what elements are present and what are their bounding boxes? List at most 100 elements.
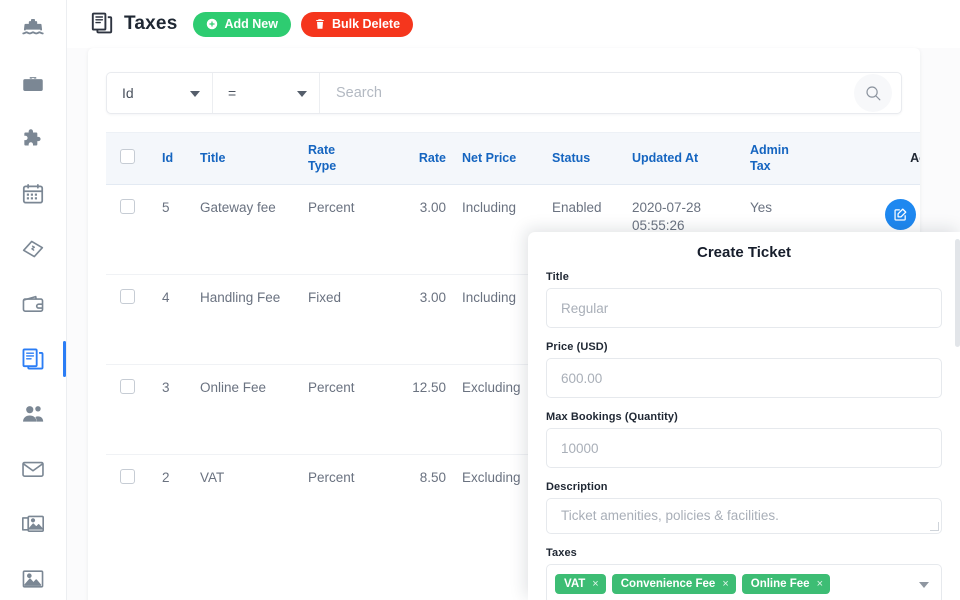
sidebar-item-ship[interactable]: [0, 0, 66, 56]
col-header-updated-at[interactable]: Updated At: [628, 131, 746, 186]
chevron-down-icon: [297, 91, 307, 97]
description-textarea[interactable]: Ticket amenities, policies & facilities.: [546, 498, 942, 534]
search-field-value: Id: [122, 85, 134, 101]
modal-scrollbar-thumb[interactable]: [955, 239, 960, 347]
trash-icon: [314, 18, 326, 30]
chevron-down-icon[interactable]: [919, 582, 929, 588]
col-header-admin-tax[interactable]: Admin Tax: [746, 131, 834, 186]
create-ticket-panel: Create Ticket Title Regular Price (USD) …: [528, 232, 960, 600]
row-checkbox[interactable]: [120, 289, 135, 305]
documents-icon: [20, 346, 46, 372]
page-title: Taxes: [124, 13, 178, 34]
tax-tag[interactable]: Convenience Fee ×: [611, 574, 736, 594]
table-head: Id Title Rate Type Rate Net Price Status…: [106, 131, 920, 186]
ticket-icon: [20, 236, 46, 262]
search-bar: Id =: [106, 72, 902, 114]
row-checkbox[interactable]: [120, 469, 135, 485]
sidebar-item-tickets[interactable]: [0, 221, 66, 276]
sidebar-active-indicator: [63, 341, 66, 377]
row-checkbox[interactable]: [120, 199, 135, 215]
tax-tag-label: Online Fee: [750, 578, 810, 590]
price-input[interactable]: 600.00: [546, 358, 942, 398]
field-group-title: Title Regular: [546, 271, 942, 328]
search-field-select[interactable]: Id: [107, 73, 213, 113]
description-label: Description: [546, 481, 608, 493]
cell-rate: 3.00: [384, 184, 458, 276]
wallet-icon: [20, 291, 46, 317]
col-header-status[interactable]: Status: [548, 131, 628, 186]
sidebar: [0, 0, 67, 600]
max-bookings-input[interactable]: 10000: [546, 428, 942, 468]
select-all-checkbox[interactable]: [120, 148, 135, 164]
ship-icon: [20, 15, 46, 41]
cell-title: Handling Fee: [196, 274, 304, 366]
col-header-admin-tax-line1: Admin: [750, 143, 789, 157]
col-header-rate-type[interactable]: Rate Type: [304, 131, 384, 186]
plus-circle-icon: [206, 18, 218, 30]
modal-body: Title Regular Price (USD) 600.00 Max Boo…: [528, 271, 960, 600]
sidebar-item-gallery[interactable]: [0, 496, 66, 551]
col-header-id[interactable]: Id: [158, 131, 196, 186]
col-header-rate[interactable]: Rate: [384, 131, 458, 186]
cell-rate-type: Percent: [304, 184, 384, 276]
sidebar-item-addons[interactable]: [0, 111, 66, 166]
cell-title: Gateway fee: [196, 184, 304, 276]
remove-tag-icon[interactable]: ×: [592, 578, 598, 590]
documents-icon: [90, 11, 114, 37]
briefcase-icon: [20, 71, 46, 97]
tax-tag-label: VAT: [564, 578, 586, 590]
col-header-admin-tax-line2: Tax: [750, 158, 771, 173]
modal-title: Create Ticket: [697, 244, 791, 261]
search-operator-select[interactable]: =: [213, 73, 320, 113]
search-operator-value: =: [228, 85, 237, 101]
tax-tag[interactable]: Online Fee ×: [741, 574, 830, 594]
resize-grip-icon[interactable]: [930, 522, 939, 531]
add-new-label: Add New: [224, 17, 278, 31]
remove-tag-icon[interactable]: ×: [817, 578, 823, 590]
tax-tag[interactable]: VAT ×: [555, 574, 606, 594]
description-placeholder: Ticket amenities, policies & facilities.: [561, 508, 779, 523]
gallery-icon: [20, 511, 46, 537]
cell-id: 2: [162, 470, 170, 486]
title-input[interactable]: Regular: [546, 288, 942, 328]
col-header-rate-type-line1: Rate: [308, 143, 336, 157]
sidebar-item-briefcase[interactable]: [0, 56, 66, 111]
col-header-title[interactable]: Title: [196, 131, 304, 186]
bulk-delete-button[interactable]: Bulk Delete: [300, 11, 414, 37]
row-checkbox[interactable]: [120, 379, 135, 395]
search-button[interactable]: [845, 73, 901, 113]
title-label: Title: [546, 271, 569, 283]
magnifier-icon: [854, 74, 892, 112]
select-all-header: [106, 131, 158, 186]
sidebar-item-mail[interactable]: [0, 441, 66, 496]
cell-rate-type: Fixed: [304, 274, 384, 366]
modal-scrollbar[interactable]: [955, 235, 960, 600]
cell-updated-at-date: 2020-07-28: [632, 200, 702, 216]
cell-rate-type: Percent: [304, 364, 384, 456]
cell-id: 5: [158, 184, 196, 276]
cell-rate-type: Percent: [308, 470, 355, 486]
cell-rate: 3.00: [384, 274, 458, 366]
cell-title: VAT: [200, 470, 225, 486]
image-icon: [20, 566, 46, 592]
users-icon: [20, 401, 46, 427]
puzzle-icon: [20, 126, 46, 152]
add-new-button[interactable]: Add New: [193, 11, 291, 37]
sidebar-item-calendar[interactable]: [0, 166, 66, 221]
sidebar-item-users[interactable]: [0, 386, 66, 441]
field-group-description: Description Ticket amenities, policies &…: [546, 481, 942, 534]
sidebar-item-taxes[interactable]: [0, 331, 66, 386]
cell-id: 3: [158, 364, 196, 456]
col-header-net-price[interactable]: Net Price: [458, 131, 548, 186]
search-input[interactable]: [320, 73, 845, 113]
sidebar-item-wallet[interactable]: [0, 276, 66, 331]
cell-title: Online Fee: [196, 364, 304, 456]
remove-tag-icon[interactable]: ×: [722, 578, 728, 590]
edit-row-button[interactable]: [885, 199, 917, 231]
chevron-down-icon: [190, 91, 200, 97]
sidebar-item-image[interactable]: [0, 551, 66, 600]
field-group-max-bookings: Max Bookings (Quantity) 10000: [546, 411, 942, 468]
edit-square-icon: [894, 208, 907, 221]
col-header-actions: Actions: [834, 131, 920, 186]
taxes-multiselect[interactable]: VAT × Convenience Fee × Online Fee ×: [546, 564, 942, 600]
